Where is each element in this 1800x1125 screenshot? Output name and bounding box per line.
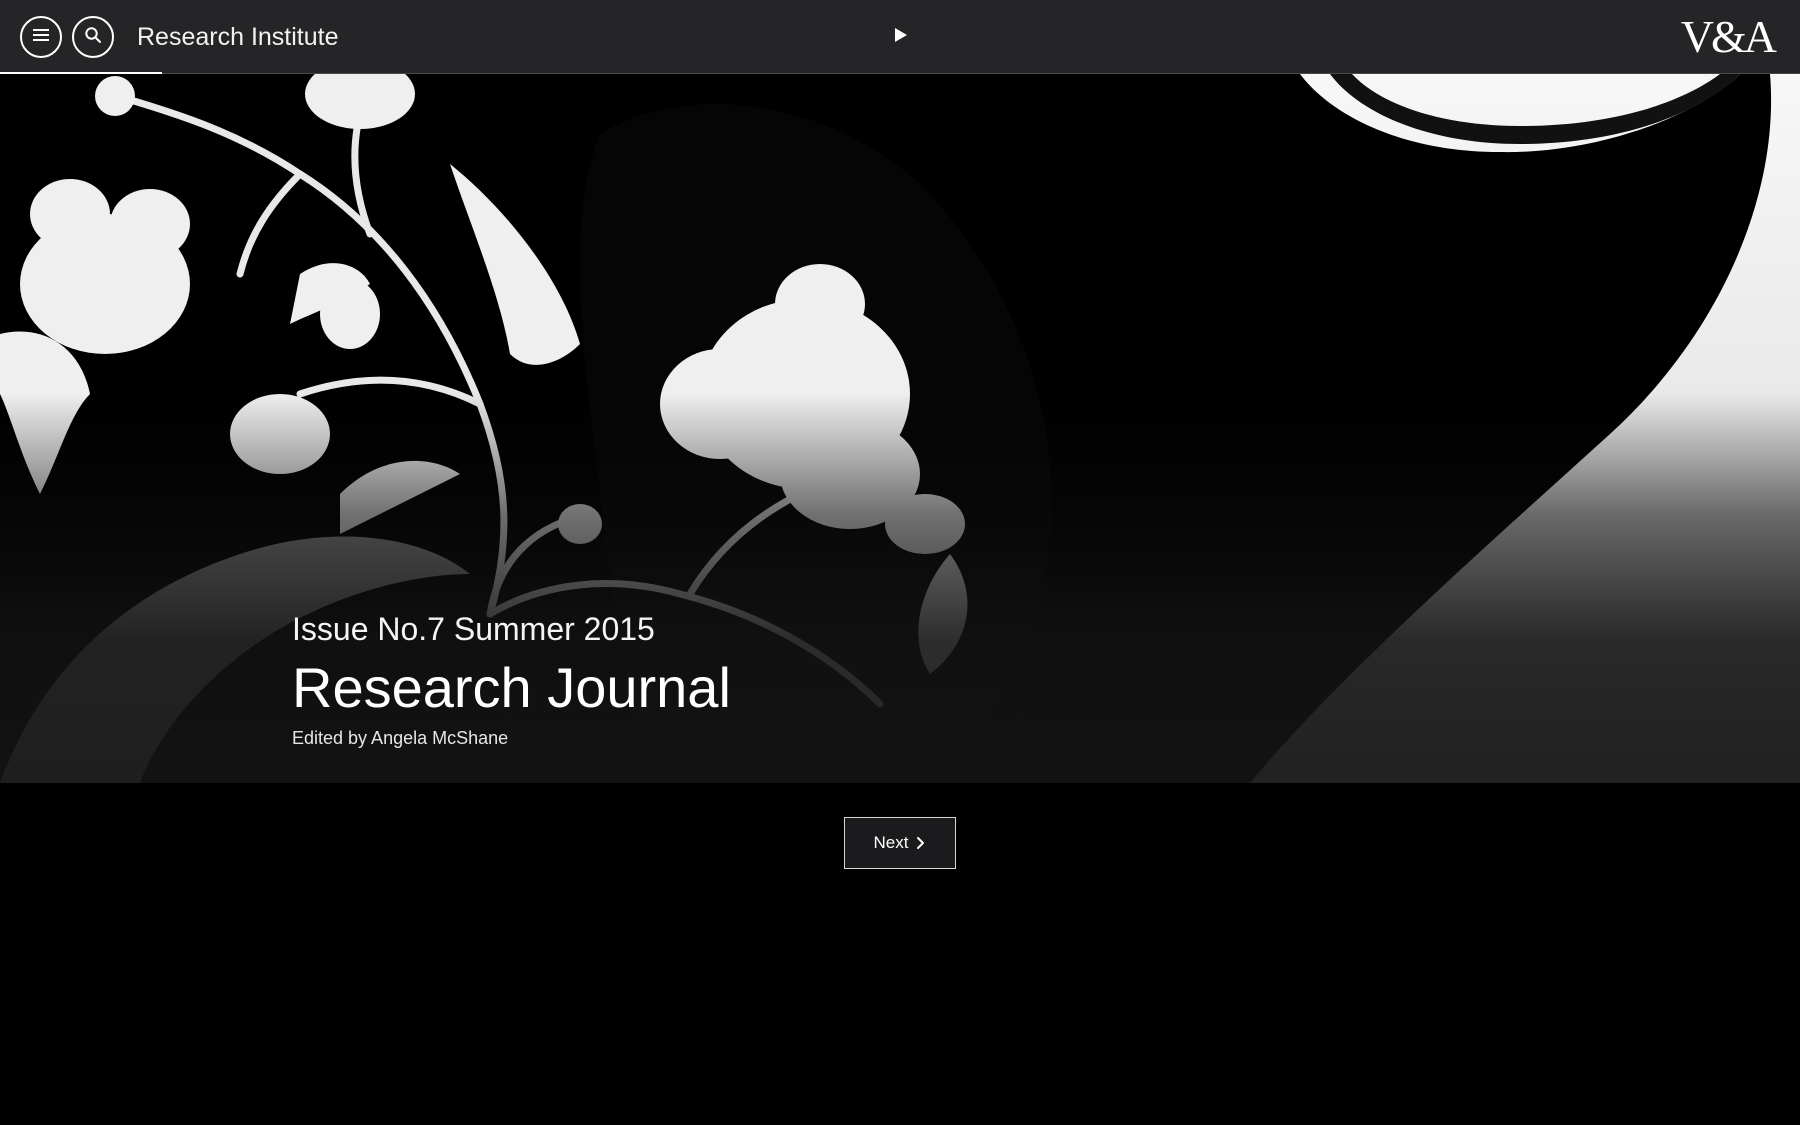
chevron-right-icon	[916, 836, 926, 850]
reading-progress-fill	[0, 72, 162, 74]
hero-text-block: Issue No.7 Summer 2015 Research Journal …	[292, 610, 731, 750]
va-logo[interactable]: V&A	[1681, 12, 1777, 62]
search-button[interactable]	[72, 16, 114, 58]
play-icon	[894, 27, 908, 48]
menu-button[interactable]	[20, 16, 62, 58]
top-navigation-bar: Research Institute V&A	[0, 0, 1800, 74]
editor-credit: Edited by Angela McShane	[292, 728, 509, 748]
page-title: Research Journal	[292, 656, 731, 719]
next-button-label: Next	[873, 833, 909, 852]
site-title-link[interactable]: Research Institute	[137, 22, 339, 52]
next-button[interactable]: Next	[844, 817, 956, 869]
hero-banner: Issue No.7 Summer 2015 Research Journal …	[0, 74, 1800, 783]
hero-gradient-overlay	[0, 74, 1800, 783]
hamburger-menu-icon	[32, 28, 50, 47]
play-button[interactable]	[889, 26, 913, 48]
search-icon	[84, 26, 102, 49]
reading-progress-bar	[0, 72, 1800, 74]
issue-label: Issue No.7 Summer 2015	[292, 611, 655, 647]
